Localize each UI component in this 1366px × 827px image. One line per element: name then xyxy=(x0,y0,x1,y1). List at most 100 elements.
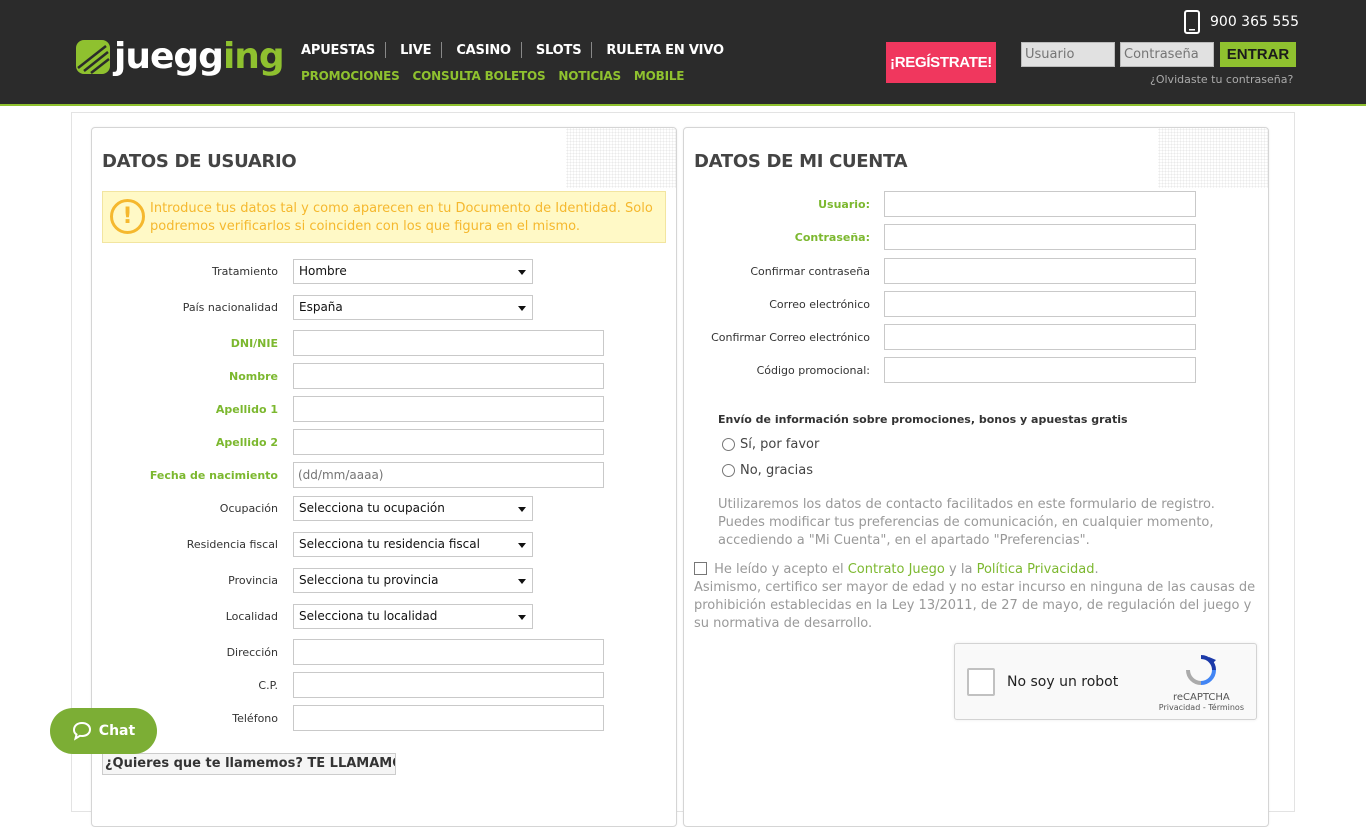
label-confirmar-contrasena: Confirmar contraseña xyxy=(750,265,870,278)
confirm-password-input[interactable] xyxy=(884,258,1196,284)
label-confirmar-correo: Confirmar Correo electrónico xyxy=(711,331,870,344)
forgot-password-link[interactable]: ¿Olvidaste tu contraseña? xyxy=(1150,73,1293,86)
residencia-select[interactable]: Selecciona tu residencia fiscal xyxy=(293,532,533,557)
pais-select[interactable]: España xyxy=(293,295,533,320)
brand-logo-icon xyxy=(76,40,110,74)
promo-yes-option[interactable]: Sí, por favor xyxy=(722,437,819,452)
dropdown-arrow-icon xyxy=(518,270,526,275)
nav-ruleta[interactable]: RULETA EN VIVO xyxy=(606,43,724,58)
label-nombre: Nombre xyxy=(229,370,278,383)
recaptcha-checkbox[interactable] xyxy=(967,668,995,696)
promo-no-label: No, gracias xyxy=(740,463,814,478)
mobile-phone-icon xyxy=(1184,10,1200,34)
dropdown-arrow-icon xyxy=(518,579,526,584)
callback-button[interactable]: ¿Quieres que te llamemos? TE LLAMAMOS xyxy=(102,753,396,775)
radio-button[interactable] xyxy=(722,464,735,477)
recaptcha-brand: reCAPTCHA Privacidad - Términos xyxy=(1159,654,1244,712)
privacy-note: Utilizaremos los datos de contacto facil… xyxy=(718,497,1215,548)
user-data-panel: DATOS DE USUARIO ! Introduce tus datos t… xyxy=(91,127,677,827)
nombre-input[interactable] xyxy=(293,363,604,389)
localidad-select[interactable]: Selecciona tu localidad xyxy=(293,604,533,629)
terms-checkbox[interactable] xyxy=(694,562,707,575)
label-cp: C.P. xyxy=(258,679,278,692)
tratamiento-select[interactable]: Hombre xyxy=(293,259,533,284)
apellido2-input[interactable] xyxy=(293,429,604,455)
dropdown-arrow-icon xyxy=(518,543,526,548)
telefono-input[interactable] xyxy=(293,705,604,731)
terms-block: He leído y acepto el Contrato Juego y la… xyxy=(694,561,1260,633)
nav-separator xyxy=(441,42,443,58)
ocupacion-select[interactable]: Selecciona tu ocupación xyxy=(293,496,533,521)
dni-input[interactable] xyxy=(293,330,604,356)
label-localidad: Localidad xyxy=(225,610,278,623)
panel-decoration xyxy=(1158,128,1268,188)
brand-name: juegging xyxy=(114,36,285,77)
dropdown-arrow-icon xyxy=(518,615,526,620)
label-contrasena: Contraseña: xyxy=(794,231,870,244)
recaptcha-links[interactable]: Privacidad - Términos xyxy=(1159,703,1244,712)
label-direccion: Dirección xyxy=(226,646,278,659)
terms-text: He leído y acepto el xyxy=(714,562,844,577)
account-password-input[interactable] xyxy=(884,224,1196,250)
warning-icon: ! xyxy=(110,199,145,234)
nav-promociones[interactable]: PROMOCIONES xyxy=(301,69,400,83)
id-notice: ! Introduce tus datos tal y como aparece… xyxy=(102,191,666,243)
register-button[interactable]: ¡REGÍSTRATE! xyxy=(886,42,996,83)
phone-contact: 900 365 555 xyxy=(1184,10,1299,34)
chat-button[interactable]: Chat xyxy=(50,708,157,754)
recaptcha-brand-name: reCAPTCHA xyxy=(1173,692,1230,703)
fecha-nacimiento-input[interactable] xyxy=(293,462,604,488)
panel-decoration xyxy=(566,128,676,188)
label-pais: País nacionalidad xyxy=(182,301,278,314)
politica-privacidad-link[interactable]: Política Privacidad xyxy=(977,562,1095,577)
terms-and: y la xyxy=(949,562,973,577)
label-apellido2: Apellido 2 xyxy=(215,436,278,449)
nav-slots[interactable]: SLOTS xyxy=(536,43,582,58)
nav-separator xyxy=(385,42,387,58)
sub-nav: PROMOCIONES CONSULTA BOLETOS NOTICIAS MO… xyxy=(301,69,697,83)
main-nav: APUESTAS LIVE CASINO SLOTS RULETA EN VIV… xyxy=(301,42,724,58)
nav-noticias[interactable]: NOTICIAS xyxy=(558,69,621,83)
account-data-panel: DATOS DE MI CUENTA Usuario: Contraseña: … xyxy=(683,127,1269,827)
account-username-input[interactable] xyxy=(884,191,1196,217)
label-dni: DNI/NIE xyxy=(230,337,278,350)
recaptcha-logo-icon xyxy=(1186,655,1217,685)
nav-consulta-boletos[interactable]: CONSULTA BOLETOS xyxy=(413,69,546,83)
recaptcha-label: No soy un robot xyxy=(1007,674,1119,690)
label-fecha: Fecha de nacimiento xyxy=(149,469,278,482)
nav-separator xyxy=(520,42,522,58)
terms-dot: . xyxy=(1094,562,1099,577)
dropdown-arrow-icon xyxy=(518,507,526,512)
chat-bubble-icon xyxy=(72,721,91,741)
email-input[interactable] xyxy=(884,291,1196,317)
provincia-select[interactable]: Selecciona tu provincia xyxy=(293,568,533,593)
label-residencia: Residencia fiscal xyxy=(186,538,278,551)
password-input[interactable] xyxy=(1120,42,1214,67)
brand-logo[interactable]: juegging xyxy=(76,36,285,77)
nav-mobile[interactable]: MOBILE xyxy=(634,69,685,83)
username-input[interactable] xyxy=(1021,42,1115,67)
id-notice-text: Introduce tus datos tal y como aparecen … xyxy=(150,201,653,234)
site-header: juegging APUESTAS LIVE CASINO SLOTS RULE… xyxy=(0,0,1366,106)
login-button[interactable]: ENTRAR xyxy=(1220,42,1296,67)
user-panel-title: DATOS DE USUARIO xyxy=(102,151,297,172)
contrato-juego-link[interactable]: Contrato Juego xyxy=(848,562,945,577)
direccion-input[interactable] xyxy=(293,639,604,665)
nav-separator xyxy=(591,42,593,58)
radio-button[interactable] xyxy=(722,438,735,451)
phone-number: 900 365 555 xyxy=(1210,14,1300,30)
recaptcha-widget: No soy un robot reCAPTCHA Privacidad - T… xyxy=(954,643,1257,720)
promo-no-option[interactable]: No, gracias xyxy=(722,463,813,478)
confirm-email-input[interactable] xyxy=(884,324,1196,350)
label-ocupacion: Ocupación xyxy=(219,502,278,515)
promo-code-input[interactable] xyxy=(884,357,1196,383)
nav-live[interactable]: LIVE xyxy=(400,43,431,58)
label-codigo: Código promocional: xyxy=(756,364,870,377)
label-correo: Correo electrónico xyxy=(769,298,870,311)
nav-casino[interactable]: CASINO xyxy=(456,43,511,58)
cp-input[interactable] xyxy=(293,672,604,698)
label-apellido1: Apellido 1 xyxy=(215,403,278,416)
apellido1-input[interactable] xyxy=(293,396,604,422)
label-provincia: Provincia xyxy=(228,574,278,587)
nav-apuestas[interactable]: APUESTAS xyxy=(301,43,375,58)
